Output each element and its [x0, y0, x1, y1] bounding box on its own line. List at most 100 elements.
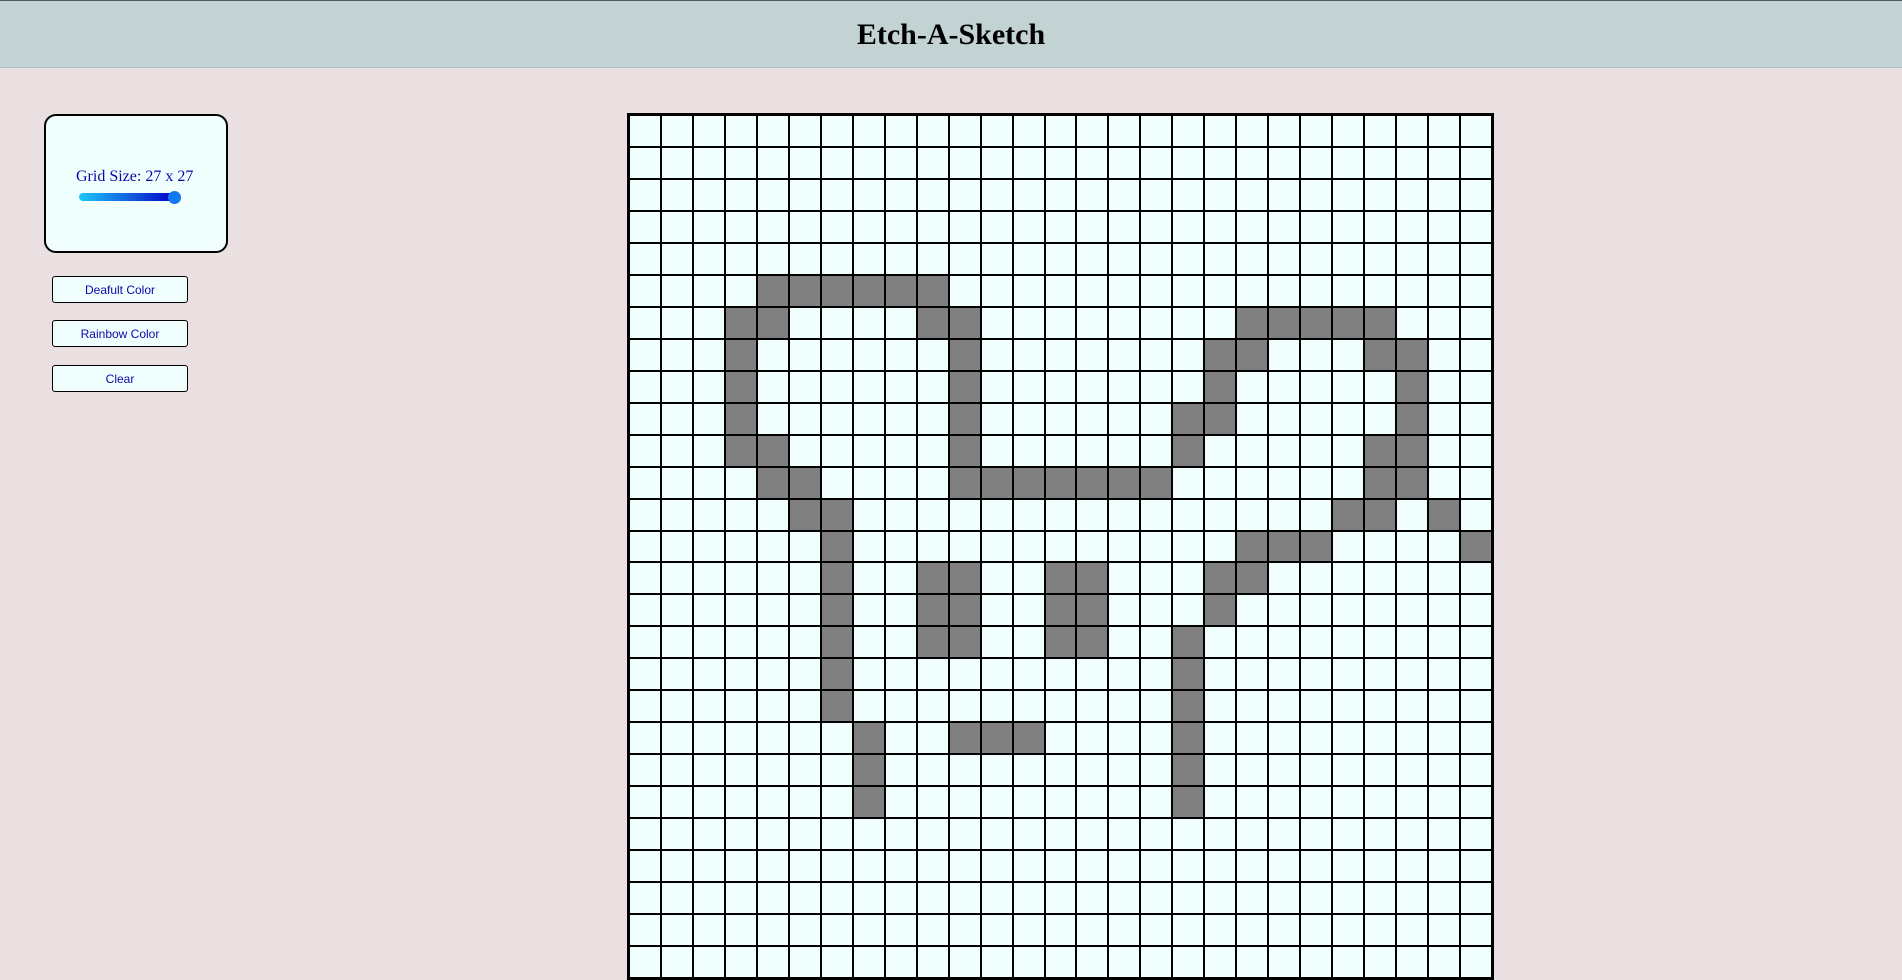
grid-cell[interactable] [692, 914, 725, 947]
grid-cell[interactable] [884, 786, 917, 819]
grid-cell[interactable] [980, 754, 1013, 787]
grid-cell[interactable] [1428, 626, 1461, 659]
grid-cell[interactable] [1012, 786, 1045, 819]
grid-cell[interactable] [1332, 434, 1365, 467]
grid-cell[interactable] [1460, 818, 1492, 851]
grid-cell[interactable] [1396, 530, 1429, 563]
grid-cell[interactable] [1236, 210, 1269, 243]
grid-cell[interactable] [1332, 210, 1365, 243]
grid-cell[interactable] [1204, 658, 1237, 691]
grid-cell[interactable] [629, 562, 661, 595]
grid-cell[interactable] [852, 338, 885, 371]
grid-cell[interactable] [1300, 434, 1333, 467]
grid-cell[interactable] [852, 210, 885, 243]
grid-cell[interactable] [1012, 274, 1045, 307]
rainbow-color-button[interactable]: Rainbow Color [52, 320, 188, 347]
grid-cell[interactable] [1300, 914, 1333, 947]
grid-cell[interactable] [660, 210, 693, 243]
grid-cell[interactable] [1108, 658, 1141, 691]
grid-cell[interactable] [1364, 754, 1397, 787]
grid-cell[interactable] [1396, 562, 1429, 595]
grid-cell[interactable] [1076, 658, 1109, 691]
grid-cell[interactable] [852, 882, 885, 915]
grid-cell[interactable] [820, 115, 853, 147]
grid-cell[interactable] [1044, 722, 1077, 755]
grid-cell[interactable] [1268, 402, 1301, 435]
grid-cell[interactable] [916, 946, 949, 978]
grid-cell[interactable] [1076, 594, 1109, 627]
grid-cell[interactable] [1396, 306, 1429, 339]
grid-cell[interactable] [916, 658, 949, 691]
grid-cell[interactable] [1204, 530, 1237, 563]
grid-cell[interactable] [916, 818, 949, 851]
grid-cell[interactable] [1172, 594, 1205, 627]
grid-cell[interactable] [1236, 274, 1269, 307]
grid-cell[interactable] [1460, 402, 1492, 435]
grid-cell[interactable] [948, 754, 981, 787]
grid-cell[interactable] [1236, 370, 1269, 403]
grid-cell[interactable] [1204, 562, 1237, 595]
grid-cell[interactable] [1204, 786, 1237, 819]
grid-cell[interactable] [724, 146, 757, 179]
grid-cell[interactable] [980, 434, 1013, 467]
grid-cell[interactable] [1268, 562, 1301, 595]
grid-cell[interactable] [1396, 370, 1429, 403]
grid-cell[interactable] [724, 466, 757, 499]
grid-cell[interactable] [692, 690, 725, 723]
grid-cell[interactable] [916, 850, 949, 883]
grid-cell[interactable] [1204, 178, 1237, 211]
grid-cell[interactable] [756, 722, 789, 755]
grid-cell[interactable] [1076, 402, 1109, 435]
grid-cell[interactable] [1236, 146, 1269, 179]
grid-cell[interactable] [820, 434, 853, 467]
grid-cell[interactable] [820, 530, 853, 563]
grid-cell[interactable] [1044, 530, 1077, 563]
grid-cell[interactable] [692, 338, 725, 371]
grid-cell[interactable] [916, 274, 949, 307]
grid-cell[interactable] [820, 146, 853, 179]
grid-cell[interactable] [1364, 658, 1397, 691]
grid-cell[interactable] [1364, 722, 1397, 755]
grid-cell[interactable] [1268, 754, 1301, 787]
grid-cell[interactable] [660, 274, 693, 307]
grid-cell[interactable] [1460, 626, 1492, 659]
grid-cell[interactable] [1044, 402, 1077, 435]
grid-cell[interactable] [1204, 402, 1237, 435]
grid-cell[interactable] [1332, 594, 1365, 627]
grid-cell[interactable] [1364, 946, 1397, 978]
grid-cell[interactable] [756, 178, 789, 211]
grid-cell[interactable] [1300, 658, 1333, 691]
grid-cell[interactable] [1396, 626, 1429, 659]
grid-cell[interactable] [852, 850, 885, 883]
grid-cell[interactable] [1236, 658, 1269, 691]
grid-cell[interactable] [1300, 594, 1333, 627]
grid-cell[interactable] [884, 850, 917, 883]
grid-cell[interactable] [884, 338, 917, 371]
grid-cell[interactable] [1300, 690, 1333, 723]
grid-cell[interactable] [948, 658, 981, 691]
grid-cell[interactable] [1332, 690, 1365, 723]
grid-cell[interactable] [980, 370, 1013, 403]
grid-cell[interactable] [724, 338, 757, 371]
grid-cell[interactable] [852, 146, 885, 179]
grid-cell[interactable] [788, 115, 821, 147]
grid-cell[interactable] [1236, 722, 1269, 755]
grid-cell[interactable] [788, 818, 821, 851]
grid-cell[interactable] [788, 402, 821, 435]
grid-cell[interactable] [916, 626, 949, 659]
grid-cell[interactable] [692, 754, 725, 787]
grid-size-slider-thumb[interactable] [168, 191, 181, 204]
grid-cell[interactable] [1140, 210, 1173, 243]
grid-cell[interactable] [852, 115, 885, 147]
grid-cell[interactable] [884, 594, 917, 627]
grid-cell[interactable] [948, 498, 981, 531]
grid-cell[interactable] [1332, 946, 1365, 978]
grid-cell[interactable] [1460, 594, 1492, 627]
grid-cell[interactable] [1044, 626, 1077, 659]
grid-cell[interactable] [884, 498, 917, 531]
grid-cell[interactable] [1044, 754, 1077, 787]
grid-cell[interactable] [1108, 882, 1141, 915]
grid-cell[interactable] [1428, 882, 1461, 915]
grid-cell[interactable] [916, 882, 949, 915]
grid-cell[interactable] [756, 690, 789, 723]
